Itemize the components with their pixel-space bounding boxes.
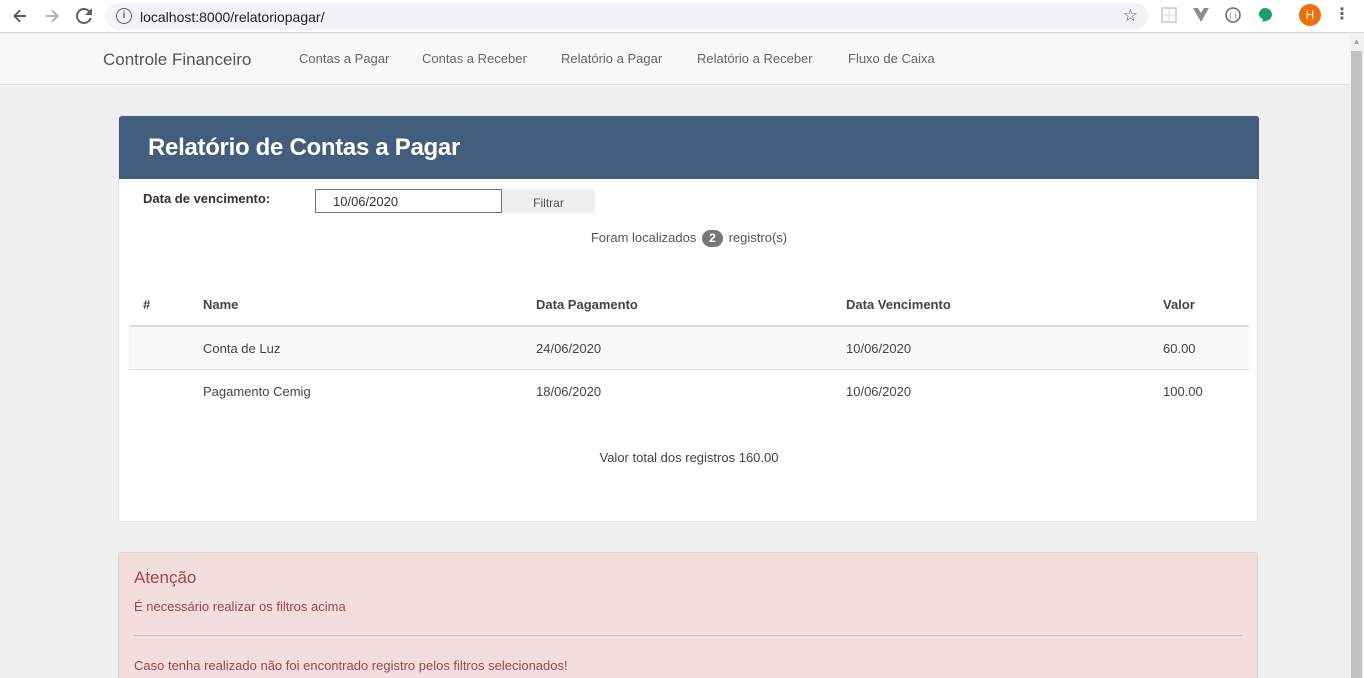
- column-header-data-pagamento: Data Pagamento: [536, 297, 638, 312]
- alert-message-secondary: Caso tenha realizado não foi encontrado …: [134, 658, 568, 673]
- alert-divider: [134, 635, 1243, 636]
- due-date-label: Data de vencimento:: [143, 191, 271, 206]
- cell-valor: 100.00: [1163, 384, 1203, 399]
- cell-name: Pagamento Cemig: [203, 384, 311, 399]
- nav-link-fluxo-caixa[interactable]: Fluxo de Caixa: [848, 51, 935, 66]
- records-total-text: Valor total dos registros 160.00: [599, 450, 779, 465]
- address-bar[interactable]: i localhost:8000/relatoriopagar/ ☆: [106, 3, 1148, 30]
- extension-leaf-icon[interactable]: [1256, 6, 1274, 24]
- browser-toolbar: i localhost:8000/relatoriopagar/ ☆ ( ) H…: [0, 0, 1364, 33]
- column-header-data-vencimento: Data Vencimento: [846, 297, 951, 312]
- info-icon[interactable]: i: [116, 8, 132, 24]
- forward-arrow-icon[interactable]: [40, 4, 64, 28]
- menu-kebab-icon[interactable]: ⋮: [1334, 6, 1350, 26]
- nav-link-relatorio-receber[interactable]: Relatório a Receber: [697, 51, 813, 66]
- due-date-input[interactable]: [315, 189, 502, 213]
- records-found-text: Foram localizados 2 registro(s): [119, 230, 1259, 248]
- cell-data-vencimento: 10/06/2020: [846, 384, 912, 399]
- records-found-suffix: registro(s): [728, 230, 788, 245]
- nav-link-contas-receber[interactable]: Contas a Receber: [422, 51, 527, 66]
- records-count-badge: 2: [701, 230, 723, 248]
- profile-avatar[interactable]: H: [1299, 4, 1321, 26]
- table-row: Conta de Luz 24/06/2020 10/06/2020 60.00: [129, 327, 1249, 370]
- extension-grid-icon[interactable]: [1160, 6, 1178, 24]
- cell-data-pagamento: 18/06/2020: [536, 384, 602, 399]
- nav-link-contas-pagar[interactable]: Contas a Pagar: [299, 51, 389, 66]
- column-header-valor: Valor: [1163, 297, 1195, 312]
- cell-data-pagamento: 24/06/2020: [536, 341, 602, 356]
- url-text: localhost:8000/relatoriopagar/: [140, 9, 325, 25]
- panel-header: Relatório de Contas a Pagar: [119, 116, 1259, 179]
- extension-circle-icon[interactable]: ( ): [1224, 6, 1242, 24]
- vue-devtools-icon[interactable]: [1192, 6, 1210, 24]
- alert-title: Atenção: [134, 568, 197, 587]
- cell-name: Conta de Luz: [203, 341, 281, 356]
- svg-text:( ): ( ): [1229, 12, 1237, 20]
- bookmark-star-icon[interactable]: ☆: [1123, 6, 1138, 26]
- cell-valor: 60.00: [1163, 341, 1196, 356]
- scroll-up-arrow-icon[interactable]: ▲: [1349, 34, 1364, 50]
- navbar-brand[interactable]: Controle Financeiro: [103, 50, 251, 70]
- back-arrow-icon[interactable]: [8, 4, 32, 28]
- cell-data-vencimento: 10/06/2020: [846, 341, 912, 356]
- alert-message: É necessário realizar os filtros acima: [134, 599, 346, 614]
- filter-button[interactable]: Filtrar: [502, 189, 595, 213]
- table-row: Pagamento Cemig 18/06/2020 10/06/2020 10…: [129, 370, 1249, 413]
- scrollbar-thumb[interactable]: [1351, 51, 1362, 678]
- report-panel: Relatório de Contas a Pagar Data de venc…: [118, 115, 1259, 522]
- app-navbar: Controle Financeiro Contas a Pagar Conta…: [0, 34, 1349, 85]
- column-header-name: Name: [203, 297, 239, 312]
- nav-link-relatorio-pagar[interactable]: Relatório a Pagar: [561, 51, 662, 66]
- page-title: Relatório de Contas a Pagar: [148, 134, 460, 161]
- page-scrollbar[interactable]: ▲: [1349, 34, 1364, 678]
- column-header-id: #: [143, 297, 151, 312]
- attention-alert: Atenção É necessário realizar os filtros…: [118, 552, 1258, 678]
- reload-icon[interactable]: [72, 4, 96, 28]
- records-found-prefix: Foram localizados: [590, 230, 697, 245]
